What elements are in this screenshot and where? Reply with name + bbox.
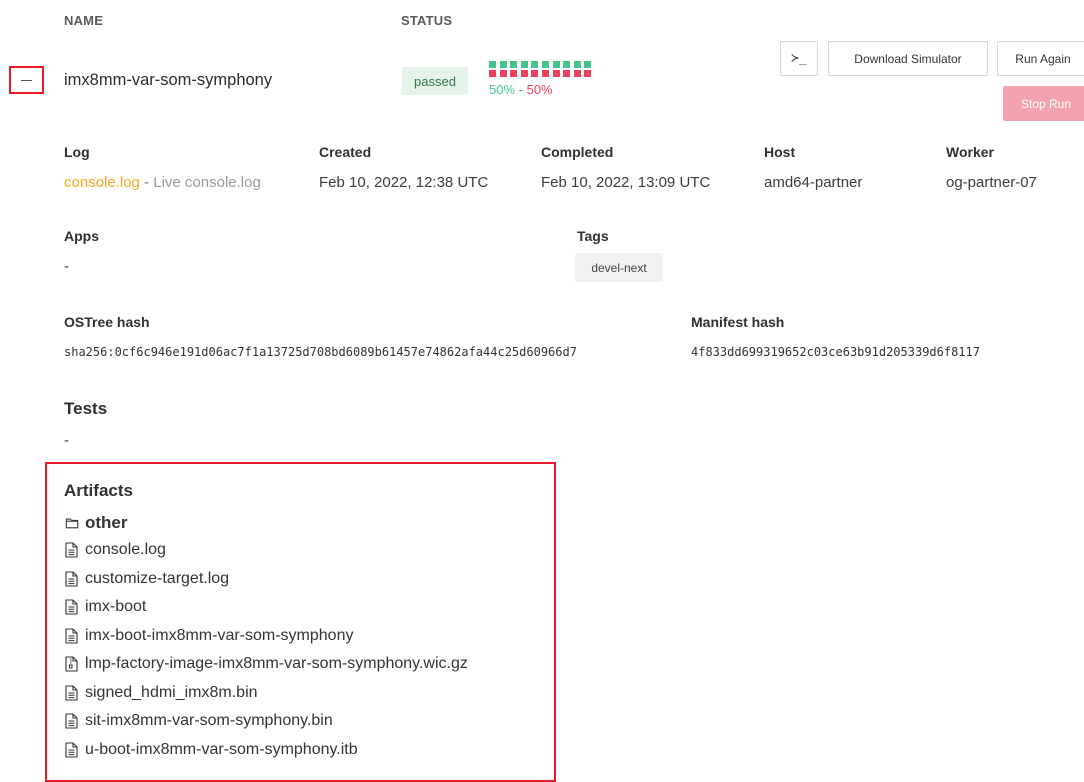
- artifact-folder-label: other: [85, 513, 128, 532]
- file-text-icon: [65, 542, 79, 558]
- artifact-file-row[interactable]: signed_hdmi_imx8m.bin: [65, 684, 258, 702]
- test-square-fail: [552, 70, 560, 77]
- artifact-file-row[interactable]: u-boot-imx8mm-var-som-symphony.itb: [65, 741, 358, 759]
- download-simulator-button[interactable]: Download Simulator: [828, 41, 988, 76]
- log-label: Log: [64, 144, 90, 160]
- apps-label: Apps: [64, 228, 99, 244]
- artifacts-title: Artifacts: [64, 481, 133, 500]
- console-log-link[interactable]: console.log: [64, 174, 140, 191]
- test-square-pass: [573, 61, 581, 68]
- terminal-button[interactable]: ≻_: [780, 41, 818, 76]
- manifest-hash-label: Manifest hash: [691, 314, 785, 330]
- artifact-file-label: sit-imx8mm-var-som-symphony.bin: [85, 712, 333, 729]
- file-zip-icon: [65, 656, 79, 672]
- manifest-hash-value: 4f833dd699319652c03ce63b91d205339d6f8117: [691, 345, 980, 359]
- host-label: Host: [764, 144, 796, 160]
- artifacts-highlight-box: [45, 462, 556, 782]
- host-value: amd64-partner: [764, 174, 863, 191]
- test-square-pass: [531, 61, 539, 68]
- artifact-file-row[interactable]: customize-target.log: [65, 570, 229, 588]
- test-square-fail: [489, 70, 496, 77]
- ostree-hash-label: OSTree hash: [64, 314, 150, 330]
- tags-label: Tags: [577, 228, 609, 244]
- artifact-file-row[interactable]: imx-boot-imx8mm-var-som-symphony: [65, 627, 353, 645]
- test-square-fail: [563, 70, 571, 77]
- worker-label: Worker: [946, 144, 994, 160]
- test-square-pass: [510, 61, 518, 68]
- test-square-fail: [520, 70, 528, 77]
- artifact-file-row[interactable]: lmp-factory-image-imx8mm-var-som-symphon…: [65, 655, 468, 673]
- artifact-file-label: lmp-factory-image-imx8mm-var-som-symphon…: [85, 655, 468, 672]
- folder-icon: [65, 515, 79, 531]
- artifact-file-label: imx-boot-imx8mm-var-som-symphony: [85, 626, 354, 644]
- log-separator: -: [139, 174, 154, 191]
- created-label: Created: [319, 144, 372, 160]
- fail-percent: 50%: [526, 82, 553, 97]
- artifact-file-label: u-boot-imx8mm-var-som-symphony.itb: [85, 740, 358, 758]
- artifact-file-label: signed_hdmi_imx8m.bin: [85, 683, 258, 701]
- completed-label: Completed: [541, 144, 614, 160]
- artifact-file-row[interactable]: sit-imx8mm-var-som-symphony.bin: [65, 712, 333, 730]
- artifact-file-label: imx-boot: [85, 598, 147, 615]
- file-text-icon: [65, 599, 79, 615]
- artifact-folder-other[interactable]: other: [65, 513, 128, 533]
- test-square-pass: [584, 61, 592, 68]
- log-links: console.log - Live console.log: [64, 174, 261, 191]
- test-square-fail: [584, 70, 592, 77]
- test-square-pass: [499, 61, 507, 68]
- run-again-button[interactable]: Run Again: [997, 41, 1084, 76]
- file-text-icon: [65, 570, 79, 587]
- percent-separator: -: [515, 82, 527, 97]
- pass-fail-summary: 50% - 50%: [489, 82, 553, 97]
- file-text-icon: [65, 713, 79, 729]
- terminal-icon: ≻_: [791, 51, 807, 66]
- column-header-name: NAME: [64, 13, 104, 28]
- ostree-hash-value: sha256:0cf6c946e191d06ac7f1a13725d708bd6…: [64, 345, 577, 359]
- live-console-log-link[interactable]: Live console.log: [153, 174, 261, 191]
- collapse-button[interactable]: [9, 66, 44, 94]
- artifact-file-row[interactable]: imx-boot: [65, 598, 146, 616]
- pass-percent: 50%: [489, 82, 516, 97]
- test-square-fail: [531, 70, 539, 77]
- test-result-squares: [489, 61, 595, 77]
- stop-run-button[interactable]: Stop Run: [1003, 86, 1084, 121]
- test-square-fail: [510, 70, 518, 77]
- created-value: Feb 10, 2022, 12:38 UTC: [319, 174, 489, 191]
- test-square-pass: [563, 61, 571, 68]
- file-text-icon: [65, 627, 79, 644]
- artifact-file-label: customize-target.log: [85, 569, 230, 587]
- run-name: imx8mm-var-som-symphony: [64, 71, 273, 89]
- status-badge: passed: [402, 67, 468, 95]
- artifact-file-label: console.log: [85, 541, 166, 558]
- test-square-pass: [542, 61, 549, 68]
- worker-value: og-partner-07: [946, 174, 1037, 191]
- tag-chip: devel-next: [575, 253, 663, 282]
- test-square-pass: [520, 61, 528, 68]
- minus-icon: [21, 79, 32, 81]
- file-text-icon: [65, 741, 79, 758]
- artifact-file-row[interactable]: console.log: [65, 541, 166, 559]
- test-square-pass: [552, 61, 560, 68]
- test-square-fail: [573, 70, 581, 77]
- tests-title: Tests: [64, 399, 108, 418]
- test-square-fail: [542, 70, 549, 77]
- column-header-status: STATUS: [401, 13, 453, 28]
- tests-value: -: [64, 432, 69, 449]
- completed-value: Feb 10, 2022, 13:09 UTC: [541, 174, 711, 191]
- file-text-icon: [65, 684, 79, 701]
- test-square-pass: [489, 61, 496, 68]
- test-square-fail: [499, 70, 507, 77]
- apps-value: -: [64, 258, 69, 275]
